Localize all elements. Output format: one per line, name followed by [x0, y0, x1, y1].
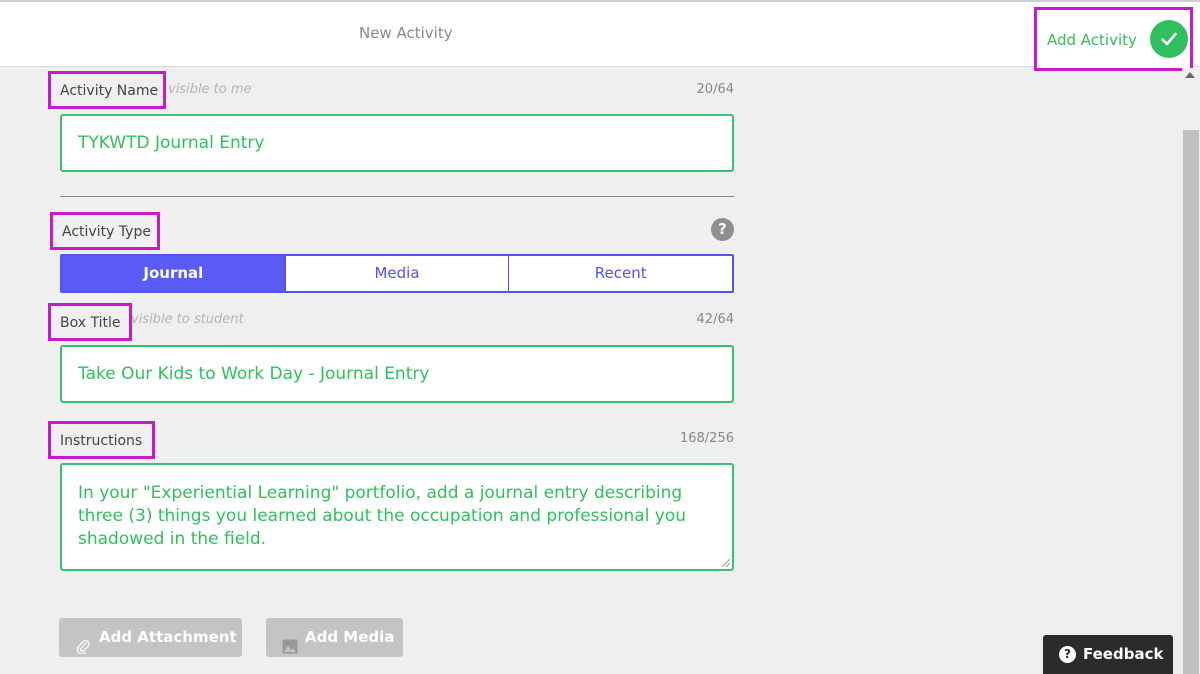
box-title-value: Take Our Kids to Work Day - Journal Entr… — [78, 364, 430, 384]
activity-name-counter: 20/64 — [696, 82, 734, 97]
page-title: New Activity — [359, 24, 453, 42]
help-icon[interactable]: ? — [711, 218, 734, 241]
instructions-textarea[interactable]: In your "Experiential Learning" portfoli… — [60, 463, 734, 571]
top-bar: New Activity Add Activity — [0, 0, 1200, 71]
add-activity-label: Add Activity — [1047, 31, 1137, 49]
instructions-value: In your "Experiential Learning" portfoli… — [78, 483, 687, 549]
box-title-label: Box Title — [48, 303, 132, 341]
activity-type-selector: Journal Media Recent — [60, 254, 734, 293]
activity-name-hint: visible to me — [168, 82, 252, 97]
add-attachment-button[interactable]: Add Attachment — [59, 618, 242, 657]
add-media-button[interactable]: Add Media — [266, 618, 403, 657]
tab-media[interactable]: Media — [286, 256, 510, 291]
scroll-up-arrow-icon[interactable] — [1185, 72, 1195, 78]
activity-name-label: Activity Name — [48, 71, 166, 109]
add-media-label: Add Media — [305, 628, 395, 646]
divider — [60, 196, 734, 197]
add-activity-button[interactable]: Add Activity — [1034, 7, 1193, 71]
box-title-counter: 42/64 — [696, 312, 734, 327]
resize-handle-icon[interactable] — [722, 559, 730, 567]
tab-recent[interactable]: Recent — [509, 256, 732, 291]
paperclip-icon — [76, 630, 90, 669]
instructions-counter: 168/256 — [679, 431, 734, 446]
check-icon — [1150, 20, 1188, 58]
feedback-label: Feedback — [1083, 645, 1164, 663]
scrollbar-thumb[interactable] — [1183, 130, 1199, 674]
activity-name-input[interactable]: TYKWTD Journal Entry — [60, 114, 734, 172]
image-icon — [282, 630, 298, 669]
box-title-hint: visible to student — [131, 312, 244, 327]
activity-type-label: Activity Type — [50, 212, 160, 250]
tab-journal[interactable]: Journal — [62, 256, 286, 291]
box-title-input[interactable]: Take Our Kids to Work Day - Journal Entr… — [60, 345, 734, 403]
add-attachment-label: Add Attachment — [99, 628, 237, 646]
help-circle-icon: ? — [1059, 646, 1076, 663]
activity-name-value: TYKWTD Journal Entry — [78, 133, 265, 153]
instructions-label: Instructions — [48, 421, 155, 459]
feedback-button[interactable]: ? Feedback — [1043, 635, 1173, 674]
